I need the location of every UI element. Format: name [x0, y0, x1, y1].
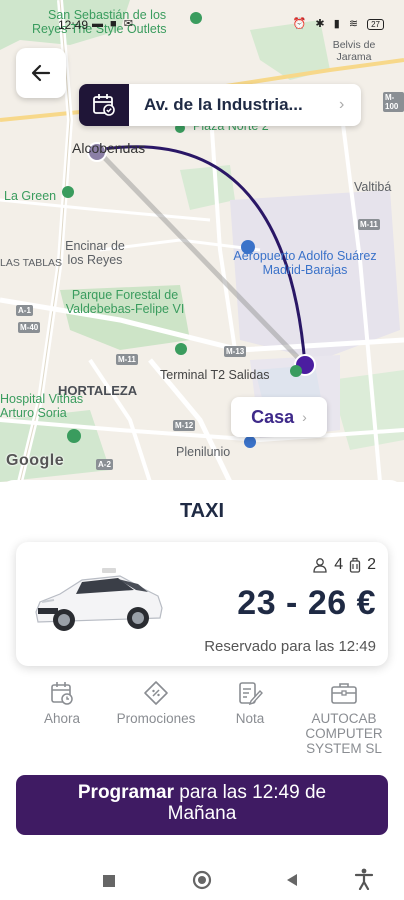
service-title: TAXI	[179, 500, 225, 522]
back-button[interactable]	[16, 48, 66, 98]
passenger-count: 4	[334, 556, 344, 573]
option-promotions-label: Promociones	[116, 711, 196, 726]
option-now[interactable]: Ahora	[36, 680, 88, 727]
road-badge: A-2	[96, 459, 113, 470]
destination-selector[interactable]: Casa ›	[231, 397, 327, 437]
map-label-la-green: La Green	[4, 189, 57, 203]
road-badge: M-11	[116, 354, 138, 365]
option-now-label: Ahora	[43, 711, 81, 726]
wifi-icon: ≋	[348, 18, 362, 30]
map-label-las-tablas: LAS TABLAS	[0, 257, 63, 269]
destination-label: Casa	[251, 406, 295, 427]
signal-icon: ▮	[333, 18, 343, 30]
map-label-encinar: Encinar de los Reyes	[65, 239, 125, 267]
road-badge: M-12	[173, 420, 196, 431]
passenger-icon	[313, 558, 327, 573]
booking-sheet: TAXI 4 2 23 - 26 € Reservado para las 12…	[0, 480, 404, 900]
chevron-right-icon: ›	[339, 96, 345, 113]
schedule-button-day: Mañana	[167, 803, 237, 825]
back-nav-icon[interactable]	[285, 873, 299, 887]
option-note[interactable]: Nota	[224, 680, 276, 727]
origin-address: Av. de la Industria...	[144, 95, 303, 114]
status-time: 12:49	[58, 18, 89, 32]
map-label-hospital: Hospital Vithas Arturo Soria	[0, 392, 84, 420]
google-logo: Google	[6, 452, 65, 469]
note-icon	[239, 682, 263, 706]
map-label-alcobendas: Alcobendas	[72, 140, 146, 156]
chevron-right-icon: ›	[302, 409, 307, 425]
alarm-icon: ⏰	[292, 18, 310, 30]
origin-selector[interactable]: Av. de la Industria... ›	[79, 84, 361, 126]
home-icon[interactable]	[192, 870, 212, 890]
road-badge: M-11	[358, 219, 380, 230]
luggage-count: 2	[367, 556, 376, 573]
taxi-car-image	[35, 568, 163, 631]
map-label-parque: Parque Forestal de Valdebebas-Felipe VI	[65, 288, 185, 316]
schedule-button-bold: Programar	[77, 782, 174, 803]
road-badge: M-40	[18, 322, 41, 333]
capacity-info: 4 2	[312, 556, 376, 574]
booking-options: Ahora Promociones Nota AUTOCAB COMPUTER …	[0, 680, 404, 760]
map-label-airport: Aeropuerto Adolfo Suárez Madrid-Barajas	[233, 249, 377, 277]
option-note-label: Nota	[235, 711, 265, 726]
road-badge: A-1	[16, 305, 33, 316]
bluetooth-icon: ✱	[315, 18, 328, 30]
calendar-icon	[79, 84, 129, 126]
clock-calendar-icon	[51, 682, 73, 705]
schedule-button-text: para las 12:49 de	[179, 782, 327, 803]
briefcase-icon	[331, 683, 357, 704]
price-estimate: 23 - 26 €	[237, 584, 376, 622]
map-label-valtibanez: Valtibá	[354, 180, 392, 194]
system-icons: ⏰ ✱ ▮ ≋ 27	[293, 17, 384, 30]
option-account-label: AUTOCAB COMPUTER SYSTEM SL	[305, 711, 383, 756]
road-badge: M-100	[383, 92, 404, 112]
accessibility-icon[interactable]	[354, 868, 374, 890]
battery-icon: 27	[367, 18, 384, 30]
tag-icon	[144, 681, 168, 705]
option-account[interactable]: AUTOCAB COMPUTER SYSTEM SL	[296, 680, 392, 757]
map-label-plenilunio: Plenilunio	[176, 445, 231, 459]
schedule-button[interactable]: Programar para las 12:49 de Mañana	[16, 775, 388, 835]
map-label-belvis: Belvis de Jarama	[332, 39, 376, 63]
recents-icon[interactable]	[102, 874, 116, 888]
status-bar: 12:49 ▬ ■ ✉ ⏰ ✱ ▮ ≋ 27	[0, 14, 404, 36]
road-badge: M-13	[224, 346, 247, 357]
map-label-terminal: Terminal T2 Salidas	[160, 368, 270, 382]
luggage-icon	[349, 557, 361, 573]
system-nav-bar	[0, 862, 404, 900]
arrow-left-icon	[31, 64, 51, 82]
vehicle-card[interactable]: 4 2 23 - 26 € Reservado para las 12:49	[16, 542, 388, 666]
reservation-time: Reservado para las 12:49	[204, 638, 376, 655]
notification-icons: ▬ ■ ✉	[92, 18, 135, 30]
option-promotions[interactable]: Promociones	[108, 680, 204, 727]
